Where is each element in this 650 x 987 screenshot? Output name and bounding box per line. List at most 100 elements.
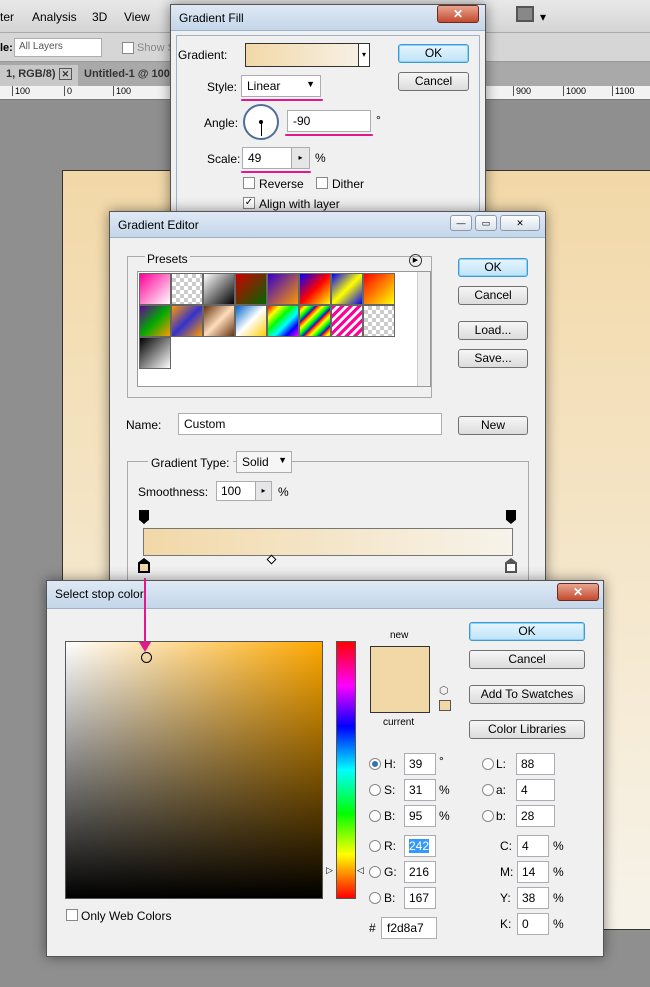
field-a[interactable]: 4 — [516, 779, 555, 801]
preset-swatch[interactable] — [203, 273, 235, 305]
close-button[interactable]: ✕ — [437, 5, 479, 23]
field-box[interactable]: 167 — [404, 887, 436, 909]
angle-input[interactable]: -90 — [287, 110, 371, 132]
field-b[interactable]: 95 — [409, 809, 422, 823]
tab-document-1[interactable]: 1, RGB/8) ✕ — [0, 65, 79, 86]
preset-swatch[interactable] — [331, 273, 363, 305]
radio-r[interactable] — [369, 840, 381, 852]
radio-b[interactable] — [369, 810, 381, 822]
preset-swatch[interactable] — [235, 273, 267, 305]
radio-bl[interactable] — [369, 892, 381, 904]
field-box[interactable]: 31 — [404, 779, 436, 801]
chevron-down-icon[interactable]: ▾ — [358, 44, 369, 66]
gradient-preview-bar[interactable] — [143, 528, 513, 556]
preset-swatch[interactable] — [171, 305, 203, 337]
preset-swatch[interactable] — [203, 305, 235, 337]
presets-list[interactable] — [137, 271, 431, 387]
gradient-swatch[interactable]: ▾ — [245, 43, 370, 67]
field-g[interactable]: 216 — [409, 865, 429, 879]
cancel-button[interactable]: Cancel — [458, 286, 528, 305]
close-icon[interactable]: ✕ — [500, 215, 540, 231]
preset-swatch[interactable] — [171, 273, 203, 305]
field-l[interactable]: 88 — [516, 753, 555, 775]
preset-swatch[interactable] — [267, 273, 299, 305]
field-box[interactable]: 39 — [404, 753, 436, 775]
field-h[interactable]: 39 — [409, 757, 422, 771]
radio-h[interactable] — [369, 758, 381, 770]
preset-swatch[interactable] — [139, 337, 171, 369]
preset-swatch[interactable] — [267, 305, 299, 337]
preset-swatch[interactable] — [139, 273, 171, 305]
radio-a[interactable] — [482, 784, 494, 796]
only-web-colors-checkbox[interactable] — [66, 909, 78, 921]
style-select[interactable]: Linear ▼ — [241, 75, 321, 97]
color-field[interactable] — [65, 641, 323, 899]
preset-swatch[interactable] — [331, 305, 363, 337]
menu-3d[interactable]: 3D — [92, 10, 107, 24]
gradient-type-select[interactable]: Solid ▼ — [236, 451, 292, 473]
field-y[interactable]: 38 — [517, 887, 549, 909]
field-b[interactable]: 28 — [516, 805, 555, 827]
preset-swatch[interactable] — [363, 305, 395, 337]
scale-input[interactable]: 49 ▸ — [242, 147, 310, 169]
screen-mode-icon[interactable] — [516, 6, 534, 22]
preset-swatch[interactable] — [363, 273, 395, 305]
preset-swatch[interactable] — [299, 305, 331, 337]
field-bl[interactable]: 167 — [409, 891, 429, 905]
presets-scrollbar[interactable] — [417, 272, 430, 386]
cube-icon[interactable]: ⬡ — [439, 684, 449, 697]
maximize-icon[interactable]: ▭ — [475, 215, 497, 231]
chevron-down-icon[interactable]: ▾ — [540, 10, 546, 24]
preset-swatch[interactable] — [139, 305, 171, 337]
load-button[interactable]: Load... — [458, 321, 528, 340]
align-label: Align with layer — [259, 197, 340, 211]
ok-button[interactable]: OK — [398, 44, 469, 63]
close-button[interactable]: ✕ — [557, 583, 599, 601]
radio-g[interactable] — [369, 866, 381, 878]
save-button[interactable]: Save... — [458, 349, 528, 368]
name-input[interactable]: Custom — [178, 413, 442, 435]
hue-slider-left-arrow[interactable]: ▷ — [326, 865, 333, 876]
field-r[interactable]: 242 — [409, 839, 430, 853]
show-checkbox[interactable] — [122, 42, 134, 54]
add-to-swatches-button[interactable]: Add To Swatches — [469, 685, 585, 704]
field-box[interactable]: 242 — [404, 835, 436, 857]
ok-button[interactable]: OK — [458, 258, 528, 277]
new-button[interactable]: New — [458, 416, 528, 435]
menu-filter[interactable]: ter — [0, 10, 14, 24]
close-icon[interactable]: ✕ — [58, 68, 73, 80]
cancel-button[interactable]: Cancel — [469, 650, 585, 669]
hex-field[interactable]: f2d8a7 — [381, 917, 437, 939]
menu-analysis[interactable]: Analysis — [32, 10, 77, 24]
reverse-checkbox[interactable] — [243, 177, 255, 189]
radio-s[interactable] — [369, 784, 381, 796]
smoothness-input[interactable]: 100 ▸ — [216, 481, 272, 501]
layers-select[interactable]: All Layers — [14, 38, 102, 57]
hue-slider[interactable] — [336, 641, 356, 899]
field-k[interactable]: 0 — [517, 913, 549, 935]
tab-untitled[interactable]: Untitled-1 @ 100 — [78, 65, 176, 86]
field-s[interactable]: 31 — [409, 783, 422, 797]
web-safe-swatch[interactable] — [439, 700, 451, 711]
ok-button[interactable]: OK — [469, 622, 585, 641]
minimize-icon[interactable]: — — [450, 215, 472, 231]
cancel-button[interactable]: Cancel — [398, 72, 469, 91]
preset-swatch[interactable] — [299, 273, 331, 305]
hue-slider-right-arrow[interactable]: ◁ — [357, 865, 364, 876]
preset-swatch[interactable] — [235, 305, 267, 337]
field-m[interactable]: 14 — [517, 861, 549, 883]
color-picker-cursor[interactable] — [141, 652, 152, 663]
presets-menu-icon[interactable]: ▶ — [409, 254, 422, 267]
dither-checkbox[interactable] — [316, 177, 328, 189]
chevron-right-icon[interactable]: ▸ — [255, 482, 271, 500]
chevron-right-icon[interactable]: ▸ — [291, 148, 309, 168]
field-c[interactable]: 4 — [517, 835, 549, 857]
align-checkbox[interactable]: ✓ — [243, 197, 255, 209]
color-libraries-button[interactable]: Color Libraries — [469, 720, 585, 739]
menu-view[interactable]: View — [124, 10, 150, 24]
field-box[interactable]: 216 — [404, 861, 436, 883]
field-box[interactable]: 95 — [404, 805, 436, 827]
angle-dial[interactable] — [243, 104, 279, 140]
radio-l[interactable] — [482, 758, 494, 770]
radio-b[interactable] — [482, 810, 494, 822]
